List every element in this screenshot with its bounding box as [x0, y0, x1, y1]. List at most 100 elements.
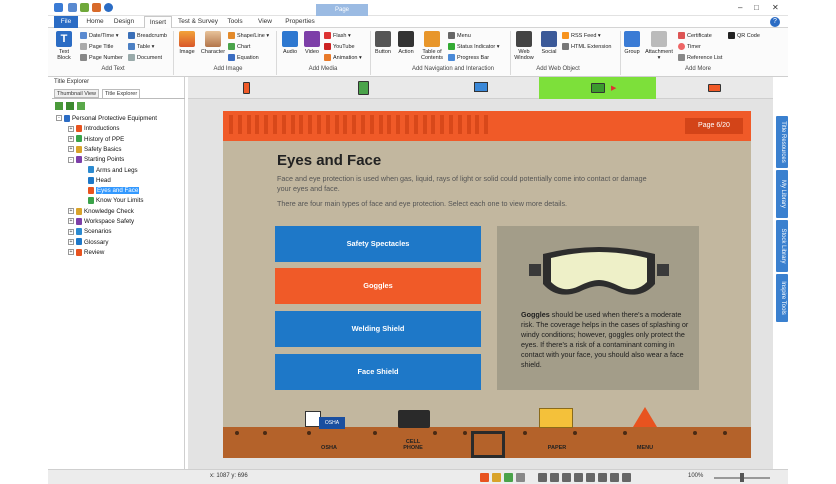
osha-label[interactable]: OSHA	[319, 445, 339, 451]
expand-icon[interactable]: +	[68, 218, 74, 225]
reference-list-button[interactable]: Reference List	[678, 54, 722, 62]
certificate-button[interactable]: Certificate	[678, 32, 712, 40]
social-button[interactable]: Social	[538, 31, 560, 55]
maximize-icon[interactable]: □	[754, 3, 759, 12]
device-desktop[interactable]	[422, 77, 539, 99]
menu-button[interactable]: Menu	[448, 32, 471, 40]
tree-item[interactable]: Know Your Limits	[80, 196, 143, 206]
new-icon[interactable]	[80, 3, 89, 12]
zoom-slider-thumb[interactable]	[740, 473, 744, 482]
action-button[interactable]: Action	[396, 31, 416, 55]
menu-label[interactable]: MENU	[633, 445, 657, 451]
tree-item[interactable]: + Safety Basics	[68, 145, 122, 155]
breadcrumb-button[interactable]: Breadcrumb	[128, 32, 167, 40]
goggles-button[interactable]: Goggles	[275, 268, 481, 304]
text-block-button[interactable]: T Text Block	[54, 31, 74, 61]
tab-properties[interactable]: Properties	[280, 16, 320, 28]
html-extension-button[interactable]: HTML Extension	[562, 43, 611, 51]
table-of-contents-button[interactable]: Table of Contents	[418, 31, 446, 61]
expand-icon[interactable]: +	[68, 238, 74, 245]
cell-phone-label[interactable]: CELL PHONE	[399, 439, 427, 451]
tab-title-resources[interactable]: Title Resources	[776, 116, 788, 168]
add-page-icon[interactable]	[55, 102, 63, 110]
tree-item[interactable]: - Starting Points	[68, 155, 124, 165]
tab-test-survey[interactable]: Test & Survey	[176, 16, 220, 28]
face-shield-button[interactable]: Face Shield	[275, 354, 481, 390]
character-button[interactable]: Character	[200, 31, 226, 55]
attachment-button[interactable]: Attachment ▾	[644, 31, 674, 61]
timer-button[interactable]: Timer	[678, 43, 701, 51]
import-icon[interactable]	[77, 102, 85, 110]
expand-icon[interactable]: +	[68, 146, 74, 153]
date-time-button[interactable]: Date/Time ▾	[80, 32, 118, 40]
minimize-icon[interactable]: –	[738, 3, 742, 12]
help-icon[interactable]: ?	[770, 17, 780, 27]
group-button[interactable]: Group	[622, 31, 642, 55]
collapse-icon[interactable]: -	[56, 115, 62, 122]
video-button[interactable]: Video	[302, 31, 322, 55]
paper-label[interactable]: PAPER	[545, 445, 569, 451]
rulers-icon[interactable]	[586, 473, 595, 482]
zoom-page-icon[interactable]	[622, 473, 631, 482]
tab-file[interactable]: File	[54, 16, 78, 28]
tree-item[interactable]: + Introductions	[68, 124, 119, 134]
undo-icon[interactable]	[92, 3, 101, 12]
button-button[interactable]: Button	[372, 31, 394, 55]
expand-icon[interactable]: +	[68, 249, 74, 256]
shape-line-button[interactable]: Shape/Line ▾	[228, 32, 269, 40]
snap-icon[interactable]	[562, 473, 571, 482]
tab-design[interactable]: Design	[110, 16, 138, 28]
youtube-button[interactable]: YouTube	[324, 43, 355, 51]
preview-icon[interactable]	[104, 3, 113, 12]
tree-item[interactable]: Eyes and Face	[80, 186, 140, 196]
tree-item[interactable]: + Knowledge Check	[68, 207, 134, 217]
tree-item[interactable]: + Glossary	[68, 238, 108, 248]
device-phone-landscape[interactable]	[656, 77, 773, 99]
welding-shield-button[interactable]: Welding Shield	[275, 311, 481, 347]
layout-icon[interactable]	[516, 473, 525, 482]
tab-home[interactable]: Home	[82, 16, 108, 28]
audio-button[interactable]: Audio	[280, 31, 300, 55]
image-button[interactable]: Image	[176, 31, 198, 55]
zoom-width-icon[interactable]	[610, 473, 619, 482]
tree-item[interactable]: + Review	[68, 248, 104, 258]
save-icon[interactable]	[68, 3, 77, 12]
tab-thumbnail-view[interactable]: Thumbnail View	[54, 89, 100, 98]
tab-my-library[interactable]: My Library	[776, 170, 788, 218]
status-indicator-button[interactable]: Status Indicator ▾	[448, 43, 500, 51]
zoom-fit-icon[interactable]	[598, 473, 607, 482]
tree-item[interactable]: + Workspace Safety	[68, 217, 134, 227]
page-number-button[interactable]: Page Number	[80, 54, 123, 62]
align-icon[interactable]	[538, 473, 547, 482]
expand-icon[interactable]: +	[68, 125, 74, 132]
normal-view-icon[interactable]	[480, 473, 489, 482]
tree-item[interactable]: + Scenarios	[68, 227, 112, 237]
device-phone-portrait[interactable]	[188, 77, 305, 99]
chart-button[interactable]: Chart	[228, 43, 250, 51]
add-section-icon[interactable]	[66, 102, 74, 110]
tree-item[interactable]: + History of PPE	[68, 135, 124, 145]
expand-icon[interactable]: +	[68, 135, 74, 142]
tree-item[interactable]: Head	[80, 176, 111, 186]
device-tablet-landscape[interactable]: ▶	[539, 77, 656, 99]
equation-button[interactable]: Equation	[228, 54, 259, 62]
tree-item[interactable]: - Personal Protective Equipment	[56, 114, 157, 124]
progress-bar-button[interactable]: Progress Bar	[448, 54, 489, 62]
device-tablet-portrait[interactable]	[305, 77, 422, 99]
web-window-button[interactable]: Web Window	[512, 31, 536, 61]
collapse-icon[interactable]: -	[68, 156, 74, 163]
page-title-button[interactable]: Page Title	[80, 43, 113, 51]
expand-icon[interactable]: +	[68, 208, 74, 215]
expand-icon[interactable]: +	[68, 228, 74, 235]
table-button[interactable]: Table ▾	[128, 43, 154, 51]
preview-icon[interactable]	[504, 473, 513, 482]
qr-code-button[interactable]: QR Code	[728, 32, 760, 40]
close-icon[interactable]: ✕	[772, 3, 779, 12]
tab-stock-library[interactable]: Stock Library	[776, 220, 788, 272]
guides-icon[interactable]	[574, 473, 583, 482]
tab-view[interactable]: View	[254, 16, 276, 28]
flash-button[interactable]: Flash ▾	[324, 32, 351, 40]
animation-button[interactable]: Animation ▾	[324, 54, 362, 62]
safety-spectacles-button[interactable]: Safety Spectacles	[275, 226, 481, 262]
tab-tools[interactable]: Tools	[224, 16, 246, 28]
